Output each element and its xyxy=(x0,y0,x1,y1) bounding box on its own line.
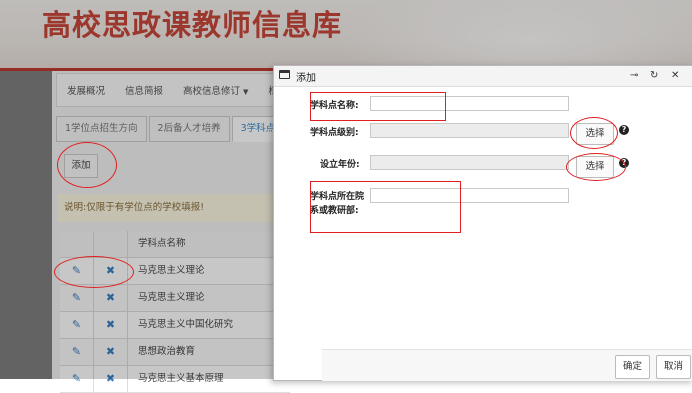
pencil-icon[interactable]: ✎ xyxy=(60,339,94,365)
nav-item-revision[interactable]: 高校信息修订 ▼ xyxy=(173,83,258,97)
tab-talent-training[interactable]: 2后备人才培养 xyxy=(148,116,230,142)
column-header-name: 学科点名称 xyxy=(138,238,186,249)
dialog-header: 添加 ⊸ ↻ ✕ xyxy=(274,66,692,87)
table-row: ✎ ✖ 马克思主义基本原理 xyxy=(60,366,290,393)
notice-text: 说明:仅限于有学位点的学校填报! xyxy=(58,194,288,222)
refresh-icon[interactable]: ↻ xyxy=(650,69,658,82)
add-button[interactable]: 添加 xyxy=(64,154,98,178)
left-rail xyxy=(0,71,52,379)
help-icon[interactable]: ? xyxy=(619,158,629,168)
table-row: ✎ ✖ 思想政治教育 xyxy=(60,339,290,366)
choose-year-button[interactable]: 选择 xyxy=(576,156,614,178)
level-label: 学科点级别: xyxy=(310,128,359,138)
tab-enrollment-direction[interactable]: 1学位点招生方向 xyxy=(56,116,147,142)
year-input[interactable] xyxy=(370,155,569,170)
dept-label-line1: 学科点所在院 xyxy=(310,192,365,202)
table-header-row: 学科点名称 xyxy=(60,231,290,258)
banner-decoration xyxy=(330,0,692,70)
site-title: 高校思政课教师信息库 xyxy=(42,8,343,42)
dept-input[interactable] xyxy=(370,188,569,203)
row-name: 马克思主义理论 xyxy=(138,265,205,276)
cancel-button[interactable]: 取消 xyxy=(656,355,692,379)
x-icon[interactable]: ✖ xyxy=(94,339,128,365)
row-name: 马克思主义理论 xyxy=(138,292,205,303)
table-row: ✎ ✖ 马克思主义理论 xyxy=(60,258,290,285)
nav-item-briefing[interactable]: 信息简报 xyxy=(115,83,173,97)
window-icon xyxy=(279,70,290,79)
x-icon[interactable]: ✖ xyxy=(94,285,128,311)
close-icon[interactable]: ✕ xyxy=(671,69,679,82)
dept-label-line2: 系或教研部: xyxy=(310,206,359,216)
add-dialog: 添加 ⊸ ↻ ✕ 学科点名称: 学科点级别: 选择 ? 设立年份: 选择 ? 学… xyxy=(273,65,692,381)
row-name: 马克思主义基本原理 xyxy=(138,373,224,384)
nav-item-overview[interactable]: 发展概况 xyxy=(57,83,115,97)
tab-bar: 1学位点招生方向 2后备人才培养 3学科点 xyxy=(56,116,286,142)
site-banner: 高校思政课教师信息库 xyxy=(0,0,692,70)
name-input[interactable] xyxy=(370,96,569,111)
year-label: 设立年份: xyxy=(320,160,360,170)
table-row: ✎ ✖ 马克思主义理论 xyxy=(60,285,290,312)
row-name: 思想政治教育 xyxy=(138,346,196,357)
pencil-icon[interactable]: ✎ xyxy=(60,258,94,284)
choose-level-button[interactable]: 选择 xyxy=(576,123,614,145)
pencil-icon[interactable]: ✎ xyxy=(60,312,94,338)
table-row: ✎ ✖ 马克思主义中国化研究 xyxy=(60,312,290,339)
dialog-title: 添加 xyxy=(296,73,316,84)
confirm-button[interactable]: 确定 xyxy=(615,355,651,379)
discipline-table: 学科点名称 ✎ ✖ 马克思主义理论 ✎ ✖ 马克思主义理论 ✎ ✖ 马克思主义中… xyxy=(60,231,290,393)
row-name: 马克思主义中国化研究 xyxy=(138,319,234,330)
x-icon[interactable]: ✖ xyxy=(94,258,128,284)
level-input[interactable] xyxy=(370,123,569,138)
name-label: 学科点名称: xyxy=(310,101,359,111)
pencil-icon[interactable]: ✎ xyxy=(60,366,94,392)
help-icon[interactable]: ? xyxy=(619,125,629,135)
x-icon[interactable]: ✖ xyxy=(94,312,128,338)
pin-icon[interactable]: ⊸ xyxy=(630,69,638,82)
x-icon[interactable]: ✖ xyxy=(94,366,128,392)
nav-item-revision-label: 高校信息修订 xyxy=(183,86,241,97)
caret-down-icon: ▼ xyxy=(243,88,249,96)
pencil-icon[interactable]: ✎ xyxy=(60,285,94,311)
